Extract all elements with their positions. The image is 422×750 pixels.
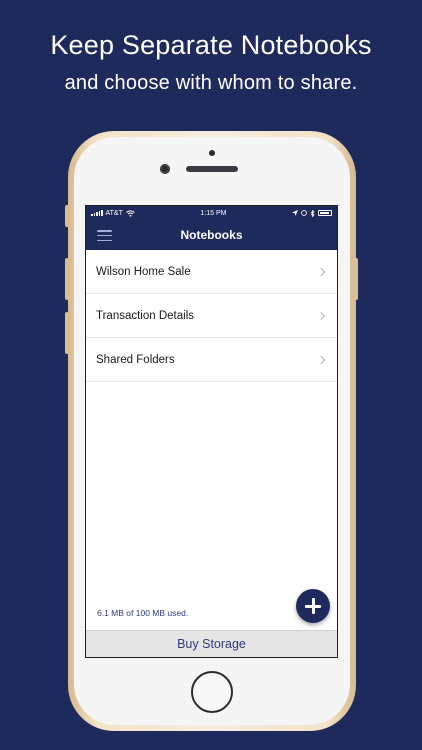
- signal-icon: [91, 210, 103, 216]
- nav-bar: Notebooks: [86, 220, 337, 250]
- hamburger-menu-icon[interactable]: [97, 230, 112, 241]
- chevron-right-icon: [316, 267, 326, 276]
- carrier-label: AT&T: [105, 209, 123, 217]
- chevron-right-icon: [316, 311, 326, 320]
- phone-volume-down: [65, 312, 69, 354]
- wifi-icon: [126, 209, 135, 217]
- promo-headline: Keep Separate Notebooks: [50, 30, 372, 60]
- status-bar: AT&T 1:15 PM: [86, 206, 337, 220]
- list-item[interactable]: Wilson Home Sale: [86, 250, 337, 294]
- bluetooth-icon: [310, 209, 315, 217]
- battery-icon: [317, 210, 332, 216]
- status-time: 1:15 PM: [200, 209, 227, 217]
- phone-mute-switch: [65, 205, 69, 227]
- nav-title: Notebooks: [180, 228, 243, 242]
- location-arrow-icon: [291, 210, 298, 216]
- notebook-label: Wilson Home Sale: [96, 265, 191, 278]
- notebook-label: Shared Folders: [96, 353, 175, 366]
- notebook-list: Wilson Home Sale Transaction Details Sha…: [86, 250, 337, 382]
- front-camera-icon: [160, 164, 170, 174]
- list-item[interactable]: Shared Folders: [86, 338, 337, 382]
- list-item[interactable]: Transaction Details: [86, 294, 337, 338]
- chevron-right-icon: [316, 355, 326, 364]
- earpiece-speaker: [186, 166, 238, 172]
- buy-storage-label: Buy Storage: [177, 637, 246, 651]
- proximity-sensor: [209, 150, 215, 156]
- app-screen: AT&T 1:15 PM Notebooks Wilson Home Sale …: [85, 205, 338, 658]
- home-button[interactable]: [191, 671, 233, 713]
- phone-power-button: [354, 258, 358, 300]
- promo-subheadline: and choose with whom to share.: [64, 72, 358, 94]
- add-notebook-button[interactable]: [296, 589, 330, 623]
- alarm-icon: [301, 210, 307, 216]
- notebook-label: Transaction Details: [96, 309, 195, 322]
- plus-icon: [305, 598, 321, 614]
- storage-usage-text: 6.1 MB of 100 MB used.: [97, 608, 189, 618]
- phone-volume-up: [65, 258, 69, 300]
- buy-storage-button[interactable]: Buy Storage: [86, 630, 337, 657]
